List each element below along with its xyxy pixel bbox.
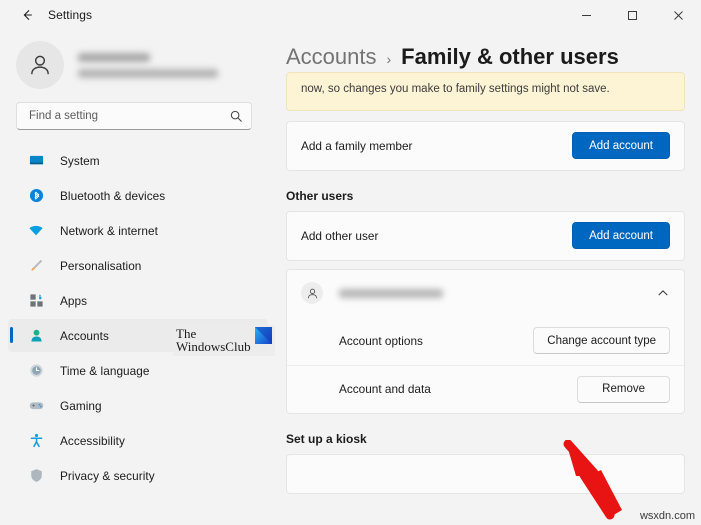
watermark-line-1: The — [176, 327, 251, 340]
site-watermark: wsxdn.com — [640, 510, 695, 522]
add-other-user-card: Add other user Add account — [286, 211, 685, 261]
search-icon — [229, 109, 243, 123]
sidebar: Find a setting System — [0, 30, 276, 525]
watermark-text: The WindowsClub — [176, 327, 251, 354]
brush-icon — [28, 258, 44, 274]
accessibility-icon — [28, 433, 44, 449]
sidebar-item-label: Bluetooth & devices — [60, 189, 165, 203]
sidebar-nav: System Bluetooth & devices — [0, 144, 276, 492]
maximize-icon — [627, 10, 638, 21]
breadcrumb-root[interactable]: Accounts — [286, 44, 377, 70]
sidebar-item-label: Gaming — [60, 399, 102, 413]
profile-name-redacted — [78, 53, 150, 62]
sidebar-item-label: Network & internet — [60, 224, 158, 238]
user-profile[interactable] — [0, 30, 276, 92]
window-title: Settings — [48, 8, 92, 22]
add-other-user-row: Add other user Add account — [287, 212, 684, 260]
avatar — [16, 41, 64, 89]
close-icon — [673, 10, 684, 21]
sidebar-item-label: Privacy & security — [60, 469, 155, 483]
add-other-account-button[interactable]: Add account — [572, 222, 670, 249]
change-account-type-button[interactable]: Change account type — [533, 327, 670, 354]
breadcrumb-separator: › — [387, 51, 392, 67]
user-account-row[interactable] — [287, 270, 684, 317]
add-other-user-label: Add other user — [301, 229, 378, 243]
sidebar-item-apps[interactable]: Apps — [8, 284, 268, 317]
profile-email-redacted — [78, 69, 218, 78]
search-container: Find a setting — [0, 92, 276, 130]
person-icon — [306, 287, 319, 300]
add-family-member-card: Add a family member Add account — [286, 121, 685, 171]
settings-window: Settings — [0, 0, 701, 525]
account-and-data-label: Account and data — [339, 382, 431, 396]
close-button[interactable] — [655, 0, 701, 30]
person-icon — [27, 52, 53, 78]
back-button[interactable] — [12, 2, 42, 28]
add-family-account-button[interactable]: Add account — [572, 132, 670, 159]
sidebar-item-label: Personalisation — [60, 259, 141, 273]
chevron-up-icon[interactable] — [656, 286, 670, 300]
sidebar-item-system[interactable]: System — [8, 144, 268, 177]
apps-icon — [28, 293, 44, 309]
minimize-icon — [581, 10, 592, 21]
profile-text — [78, 53, 218, 78]
sidebar-item-label: Time & language — [60, 364, 150, 378]
minimize-button[interactable] — [563, 0, 609, 30]
avatar — [301, 282, 323, 304]
sidebar-item-label: Accounts — [60, 329, 109, 343]
windowsclub-logo-icon — [255, 327, 272, 344]
search-input[interactable]: Find a setting — [16, 102, 252, 130]
account-options-label: Account options — [339, 334, 423, 348]
sidebar-item-label: Apps — [60, 294, 87, 308]
window-controls — [563, 0, 701, 30]
sidebar-item-time-language[interactable]: Time & language — [8, 354, 268, 387]
user-account-card: Account options Change account type Acco… — [286, 269, 685, 414]
other-users-heading: Other users — [286, 189, 701, 203]
bluetooth-icon — [28, 188, 44, 204]
sidebar-item-accessibility[interactable]: Accessibility — [8, 424, 268, 457]
user-email-redacted — [339, 289, 443, 298]
title-bar: Settings — [0, 0, 701, 30]
windowsclub-watermark: The WindowsClub — [173, 325, 275, 356]
sidebar-item-gaming[interactable]: Gaming — [8, 389, 268, 422]
account-options-row: Account options Change account type — [287, 317, 684, 365]
maximize-button[interactable] — [609, 0, 655, 30]
banner-text: now, so changes you make to family setti… — [301, 83, 610, 95]
sidebar-item-label: Accessibility — [60, 434, 125, 448]
family-warning-banner: now, so changes you make to family setti… — [286, 72, 685, 111]
gamepad-icon — [28, 398, 44, 414]
search-placeholder: Find a setting — [29, 110, 229, 122]
page-title: Family & other users — [401, 44, 619, 70]
settings-scroll-area: now, so changes you make to family setti… — [286, 80, 701, 494]
clock-icon — [28, 363, 44, 379]
wifi-icon — [28, 223, 44, 239]
add-family-member-row: Add a family member Add account — [287, 122, 684, 170]
sidebar-item-bluetooth-devices[interactable]: Bluetooth & devices — [8, 179, 268, 212]
sidebar-item-label: System — [60, 154, 100, 168]
sidebar-item-personalisation[interactable]: Personalisation — [8, 249, 268, 282]
add-family-member-label: Add a family member — [301, 139, 412, 153]
sidebar-item-network-internet[interactable]: Network & internet — [8, 214, 268, 247]
account-and-data-row: Account and data Remove — [287, 365, 684, 413]
watermark-line-2: WindowsClub — [176, 340, 251, 353]
remove-button[interactable]: Remove — [577, 376, 670, 403]
sidebar-item-privacy-security[interactable]: Privacy & security — [8, 459, 268, 492]
shield-icon — [28, 468, 44, 484]
annotation-arrow — [560, 440, 680, 520]
person-icon — [28, 328, 44, 344]
back-arrow-icon — [20, 8, 34, 22]
monitor-icon — [28, 153, 44, 169]
